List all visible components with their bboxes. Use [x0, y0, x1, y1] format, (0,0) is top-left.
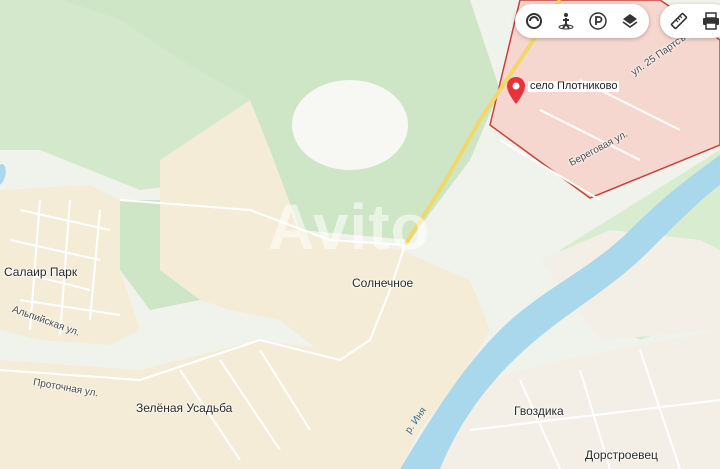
panorama-button[interactable]	[553, 8, 579, 34]
printer-icon	[703, 12, 719, 30]
map-tools-toolbar	[515, 4, 649, 38]
parking-p-icon	[589, 12, 607, 30]
parking-button[interactable]	[585, 8, 611, 34]
place-label-dorstroevets: Дорстроевец	[585, 448, 658, 462]
place-label-gvozdika: Гвоздика	[514, 404, 564, 418]
place-label-solnechnoe: Солнечное	[352, 276, 414, 290]
location-pin-icon[interactable]	[505, 76, 527, 106]
ruler-icon	[670, 12, 688, 30]
place-label-zelenaya-usadba: Зелёная Усадьба	[136, 401, 233, 415]
measure-print-toolbar	[660, 4, 720, 38]
watermark: Avito	[268, 191, 431, 263]
print-button[interactable]	[698, 8, 720, 34]
place-label-salair-park: Салаир Парк	[4, 265, 78, 279]
traffic-button[interactable]	[521, 8, 547, 34]
pin-label: село Плотниково	[528, 80, 620, 92]
layers-button[interactable]	[617, 8, 643, 34]
layers-icon	[622, 14, 638, 28]
pedestrian-panorama-icon	[558, 13, 574, 30]
traffic-circle-icon	[526, 13, 542, 29]
clearing	[292, 80, 408, 170]
ruler-button[interactable]	[666, 8, 692, 34]
